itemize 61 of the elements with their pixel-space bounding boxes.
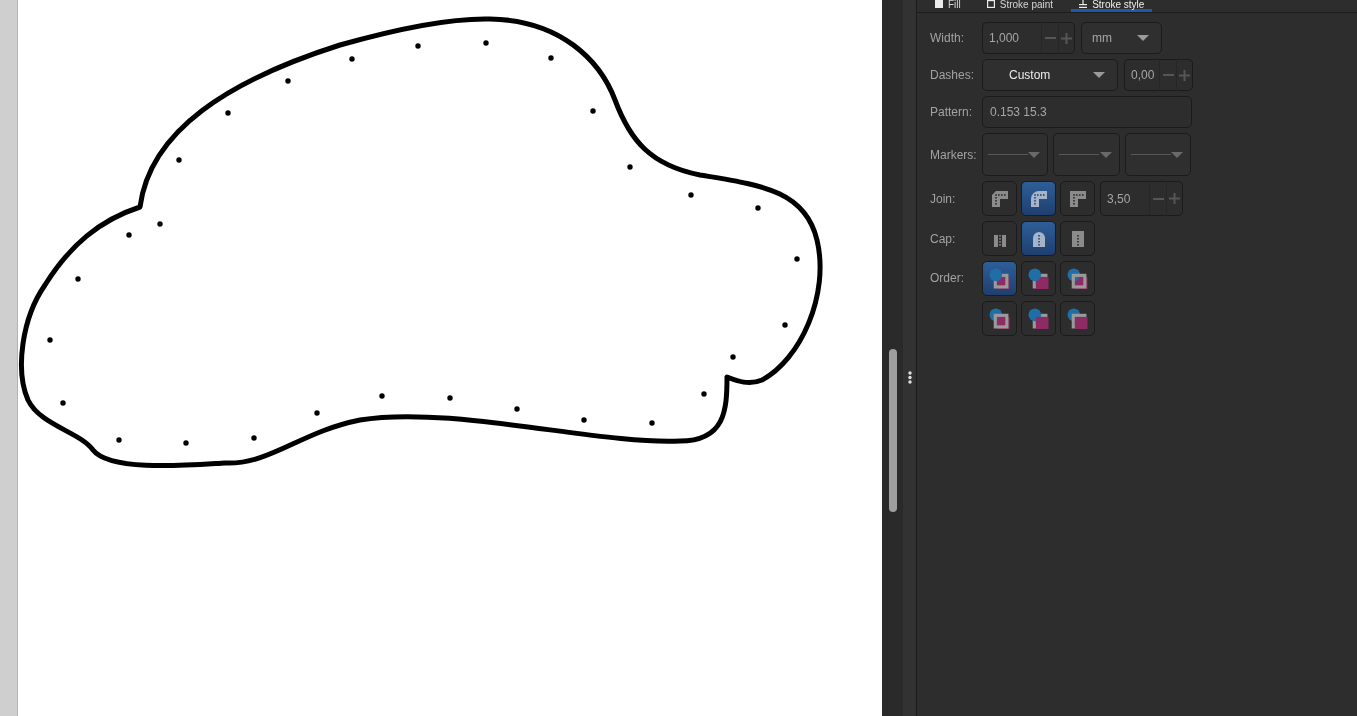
drag-handle-icon [907,371,912,384]
square-outline-icon [986,0,995,8]
join-style-button[interactable] [982,181,1017,216]
width-input[interactable]: 1,000 [982,22,1041,54]
caret-icon [1137,35,1149,41]
pattern-input[interactable]: 0.153 15.3 [982,96,1192,128]
field-label: Order: [930,270,965,287]
bevel-join-icon [991,190,1008,207]
dash-offset-input[interactable]: 0,00 [1124,59,1159,91]
paint-order-button[interactable] [982,301,1017,336]
miter-limit-input[interactable]: 3,50 [1100,181,1149,216]
field-label: Markers: [930,147,978,162]
marker-dropdown[interactable] [1053,133,1120,176]
caret-icon [1093,72,1105,78]
line-icon [1059,154,1099,155]
miter-join-icon [1069,190,1086,207]
paint-order-button[interactable] [1060,261,1095,296]
line-style-icon [1079,0,1088,8]
cap-style-button[interactable] [982,221,1017,256]
caret-icon [1100,151,1112,158]
plus-icon [1179,69,1190,81]
plus-icon [1169,193,1180,204]
square-cap-icon [1071,230,1084,247]
field-label: Dashes: [930,68,976,82]
paint-order-icon [1067,268,1088,289]
tab[interactable]: Stroke paint [978,0,1062,12]
caret-icon [1028,151,1040,158]
paint-order-button[interactable] [1060,301,1095,336]
line-icon [988,154,1028,155]
marker-dropdown[interactable] [982,133,1048,176]
scrollbar-thumb[interactable] [889,349,897,512]
field-label: Width: [930,31,965,45]
paint-order-icon [989,308,1010,329]
paint-order-icon [1028,308,1049,329]
minus-icon [1044,37,1056,39]
line-icon [1131,154,1171,155]
tab[interactable]: Fill [927,0,969,12]
join-style-button[interactable] [1021,181,1056,216]
paint-order-button[interactable] [982,261,1017,296]
marker-dropdown[interactable] [1125,133,1191,176]
paint-order-button[interactable] [1021,301,1056,336]
tab[interactable]: Stroke style [1071,0,1153,12]
unit-dropdown[interactable]: mm [1081,22,1162,54]
field-label: Join: [930,191,957,206]
field-label: Cap: [930,231,957,246]
cap-style-button[interactable] [1060,221,1095,256]
paint-order-icon [1067,308,1088,329]
paint-order-button[interactable] [1021,261,1056,296]
field-label: Pattern: [930,105,974,119]
filled-square-icon [935,0,943,8]
dash-dropdown[interactable]: Custom [982,59,1118,91]
cap-style-button[interactable] [1021,221,1056,256]
minus-icon [1152,197,1164,200]
round-cap-icon [1032,230,1045,247]
round-join-icon [1030,190,1047,207]
plus-icon [1061,32,1072,44]
minus-icon [1162,74,1174,76]
paint-order-icon [989,268,1010,289]
join-style-button[interactable] [1060,181,1095,216]
caret-icon [1171,151,1183,158]
paint-order-icon [1028,268,1049,289]
